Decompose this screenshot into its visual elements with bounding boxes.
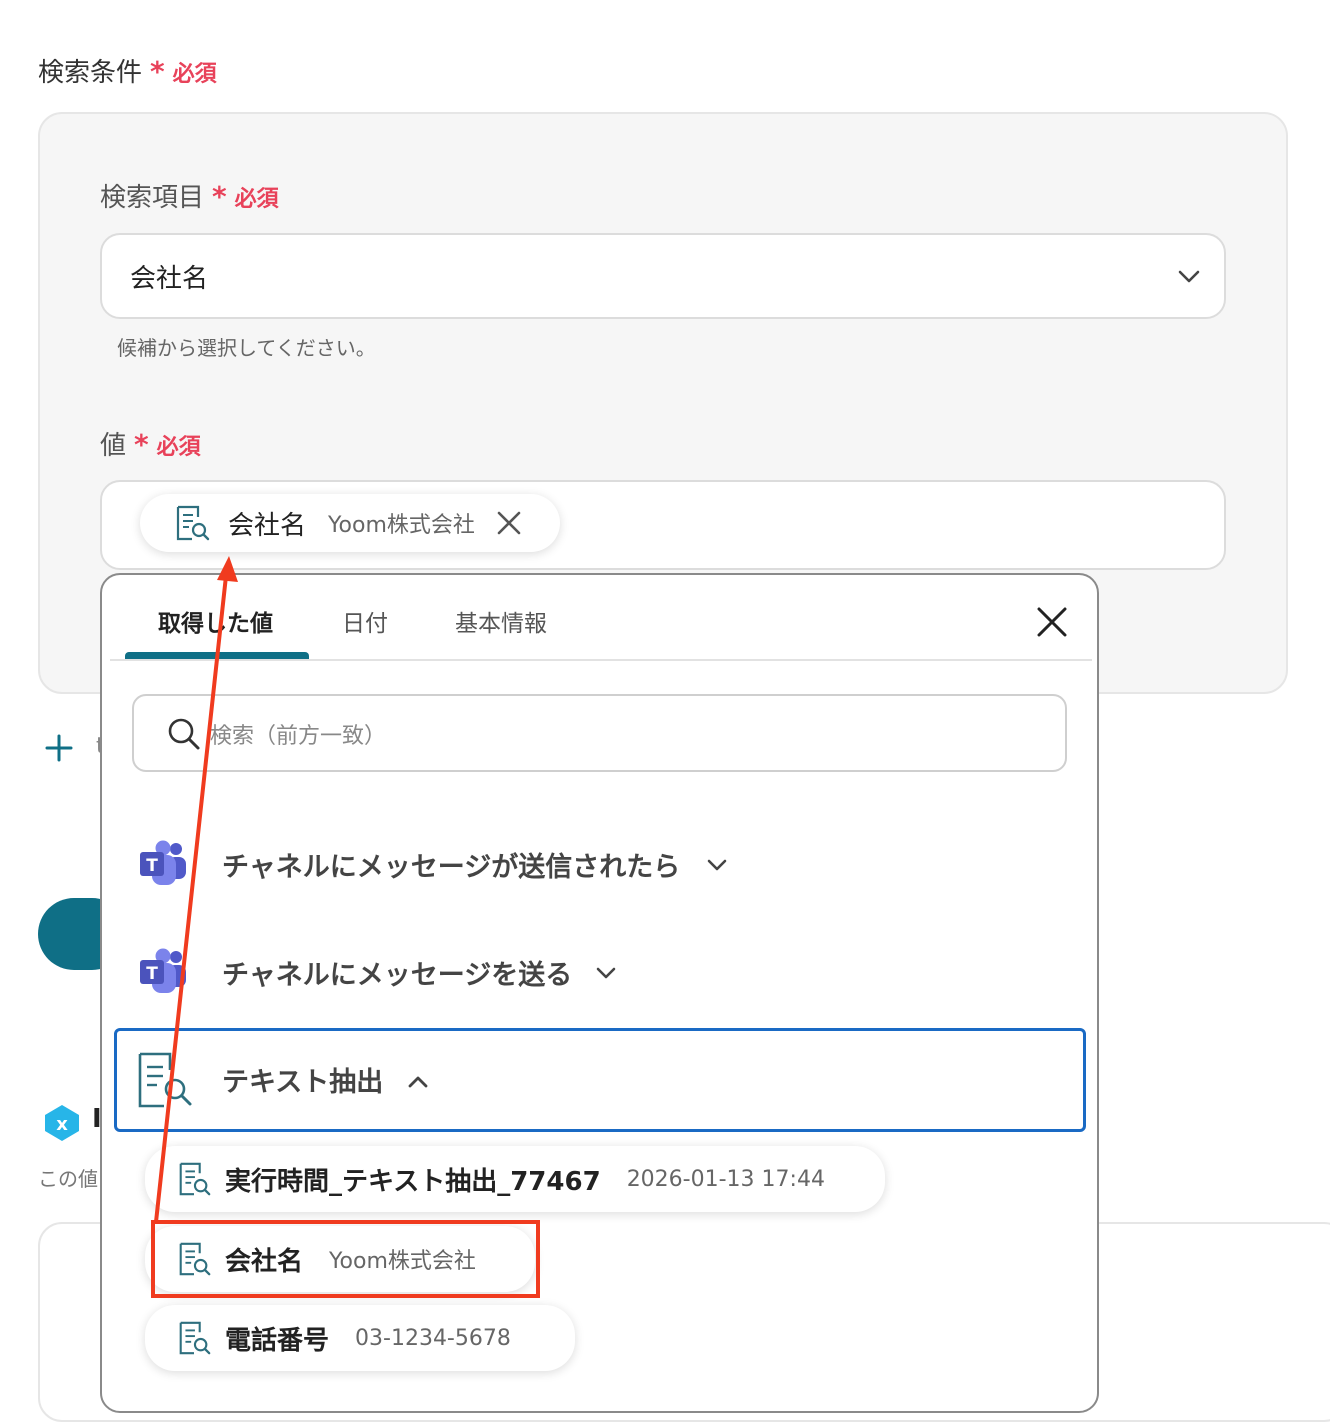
tab-divider [110, 659, 1092, 661]
add-condition-icon[interactable] [44, 733, 74, 763]
required-text: 必須 [234, 187, 279, 212]
value-field-title: 値 [100, 431, 127, 461]
app-x-icon: x [45, 1105, 79, 1141]
search-field-label: 検索項目 * 必須 [100, 177, 279, 214]
value-chip-value: Yoom株式会社 [328, 513, 475, 538]
chevron-down-icon[interactable] [1175, 262, 1203, 290]
item-name: 電話番号 [225, 1325, 330, 1356]
group-title[interactable]: チャネルにメッセージが送信されたら [222, 845, 680, 884]
chevron-down-icon[interactable] [593, 960, 619, 986]
list-item[interactable]: 電話番号 03-1234-5678 [145, 1305, 575, 1371]
search-input[interactable] [210, 718, 1030, 754]
document-search-icon [176, 505, 210, 541]
remove-chip-icon[interactable] [495, 509, 523, 537]
svg-text:x: x [56, 1114, 68, 1135]
chevron-down-icon[interactable] [704, 852, 730, 878]
item-value: 03-1234-5678 [355, 1325, 511, 1351]
search-conditions-label: 検索条件 * 必須 [38, 52, 217, 89]
item-value: 2026-01-13 17:44 [626, 1166, 825, 1192]
required-asterisk: * [212, 180, 227, 213]
search-conditions-title: 検索条件 [38, 58, 143, 88]
annotation-highlight-box [151, 1220, 540, 1298]
document-search-icon [179, 1162, 211, 1196]
value-chip-name: 会社名 [228, 510, 307, 541]
required-text: 必須 [172, 62, 217, 87]
tab-basic-info[interactable]: 基本情報 [455, 604, 547, 638]
list-item[interactable]: 実行時間_テキスト抽出_77467 2026-01-13 17:44 [145, 1146, 885, 1212]
search-field-hint: 候補から選択してください。 [117, 336, 376, 360]
item-name: 実行時間_テキスト抽出_77467 [225, 1166, 601, 1197]
group-title[interactable]: チャネルにメッセージを送る [222, 953, 572, 992]
search-field-title: 検索項目 [100, 183, 205, 213]
svg-text:T: T [146, 964, 158, 984]
svg-text:T: T [146, 856, 158, 876]
required-asterisk: * [150, 55, 165, 88]
search-field-selected-value: 会社名 [130, 264, 209, 294]
tab-date[interactable]: 日付 [342, 604, 388, 638]
chevron-up-icon[interactable] [404, 1068, 432, 1096]
document-search-icon [138, 1052, 192, 1108]
search-field-select[interactable] [100, 233, 1226, 319]
tab-acquired-values[interactable]: 取得した値 [158, 604, 273, 638]
microsoft-teams-icon: T [140, 948, 186, 993]
required-text: 必須 [156, 435, 201, 460]
search-icon [168, 718, 200, 750]
required-asterisk: * [134, 428, 149, 461]
value-chip[interactable]: 会社名 Yoom株式会社 [140, 494, 560, 552]
microsoft-teams-icon: T [140, 840, 186, 885]
group-title: テキスト抽出 [222, 1067, 384, 1098]
document-search-icon [179, 1321, 211, 1355]
value-field-label: 値 * 必須 [100, 425, 201, 462]
active-tab-indicator [125, 652, 309, 659]
close-icon[interactable] [1034, 604, 1070, 640]
background-note: この値 [38, 1167, 98, 1191]
